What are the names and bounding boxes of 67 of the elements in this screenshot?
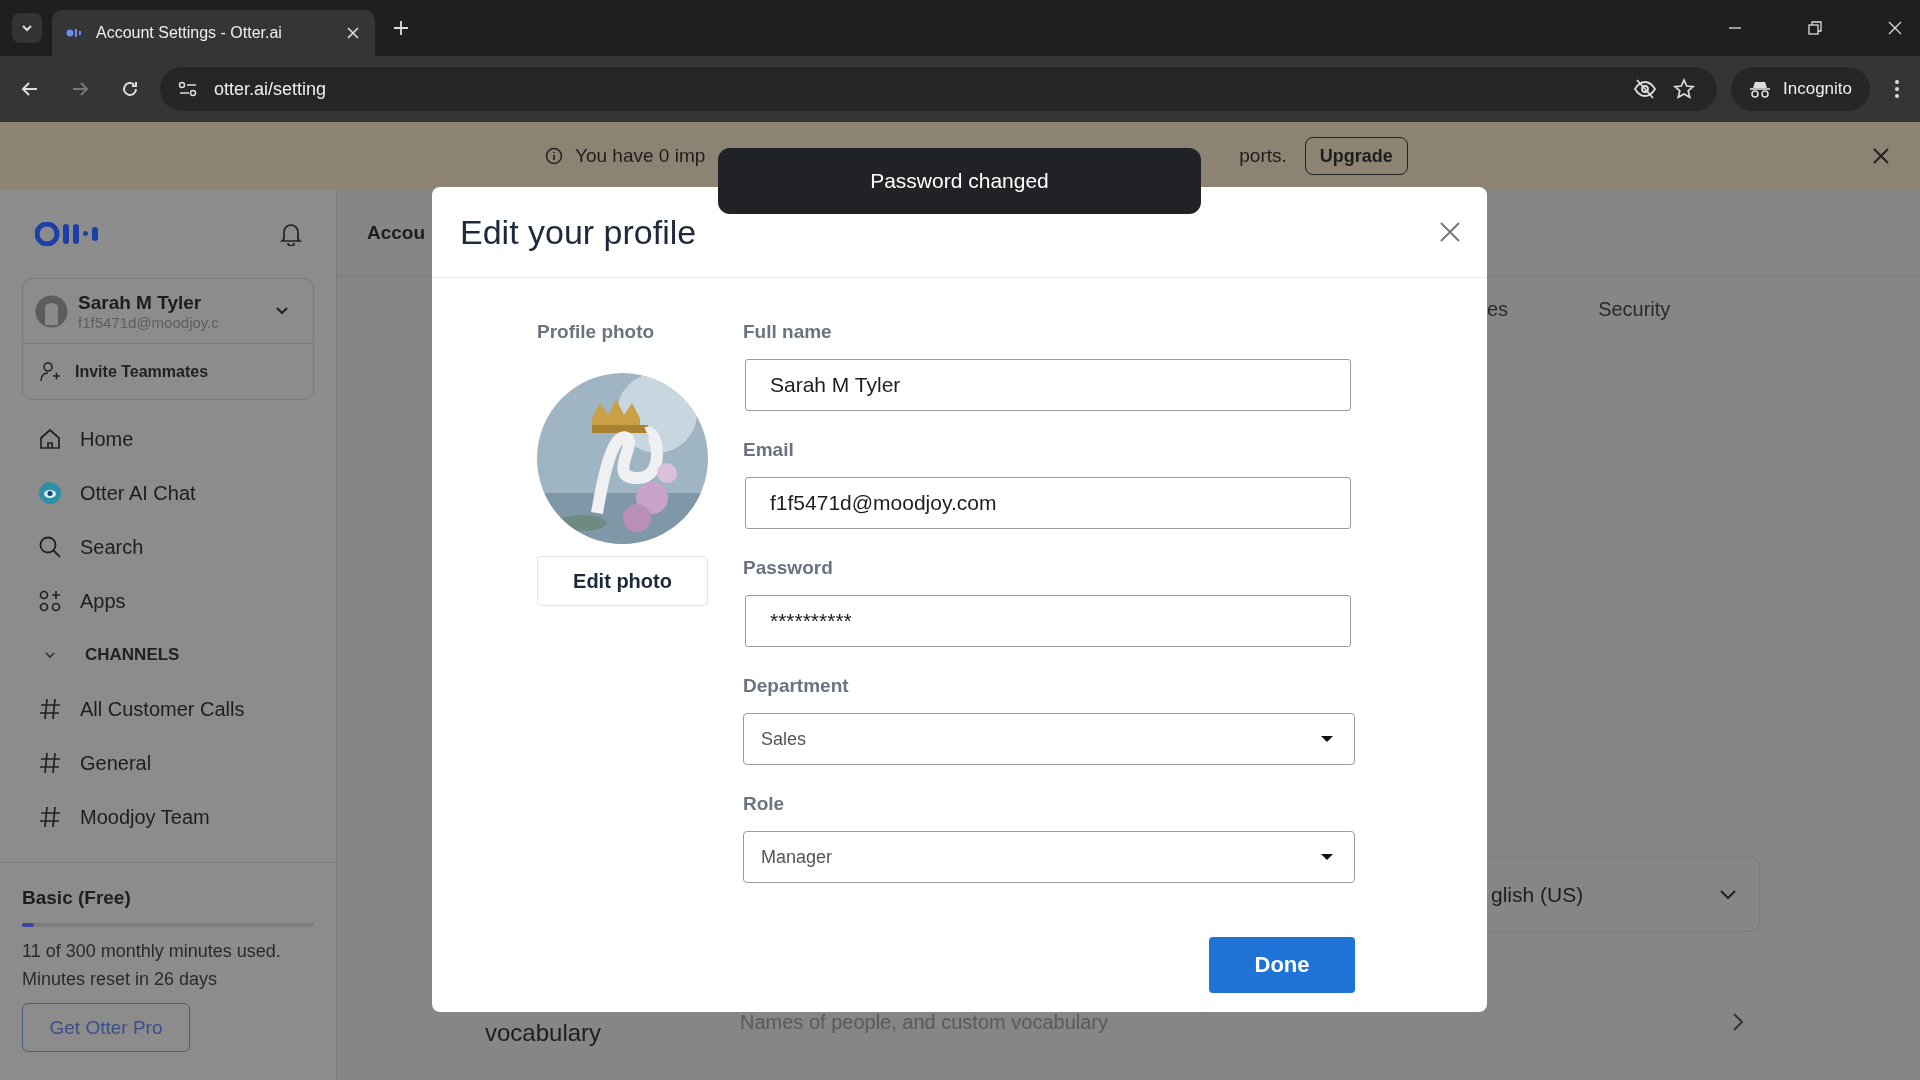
setting-label: vocabulary [485,1018,603,1047]
add-person-icon[interactable] [39,360,61,383]
input-field[interactable]: Sarah M Tyler [745,359,1351,411]
tab-title: Account Settings - Otter.ai [96,24,283,42]
nav-item[interactable]: Home [0,412,336,466]
home-icon[interactable] [38,427,62,451]
input-field[interactable]: f1f5471d@moodjoy.com [745,477,1351,529]
search-icon[interactable] [38,535,62,559]
channel-item[interactable]: Moodjoy Team [0,790,336,844]
dialog-title: Edit your profile [460,212,697,252]
banner-text: You have 0 imp [575,145,706,167]
info-icon [545,147,563,165]
user-name: Sarah M Tyler [78,291,203,314]
incognito-button[interactable]: Incognito [1731,67,1870,111]
otter-logo-icon [66,28,84,38]
reset-text: Minutes reset in 26 days [22,968,219,991]
new-tab-icon[interactable] [393,20,409,36]
chevron-down-icon[interactable] [1719,888,1737,901]
url-text: otter.ai/setting [214,78,327,100]
hash-icon[interactable] [38,697,62,721]
chevron-down-icon[interactable] [43,650,57,660]
plan-name: Basic (Free) [22,887,132,909]
restore-icon[interactable] [1808,21,1822,35]
done-button[interactable]: Done [1209,937,1355,993]
channel-item[interactable]: All Customer Calls [0,682,336,736]
select-field[interactable]: Manager [743,831,1355,883]
select-field[interactable]: Sales [743,713,1355,765]
settings-tab[interactable]: Security [1598,297,1671,321]
chevron-down-icon[interactable] [275,306,289,316]
chevron-right-icon[interactable] [1732,1012,1744,1032]
otter-chat-icon[interactable] [38,481,62,505]
hash-icon[interactable] [38,751,62,775]
toast-notification: Password changed [718,148,1201,214]
banner-text: ports. [1239,145,1287,167]
input-field[interactable]: ********** [745,595,1351,647]
tab-search-button[interactable] [12,13,42,43]
browser-tab[interactable]: Account Settings - Otter.ai [52,10,375,56]
incognito-icon[interactable] [1749,80,1771,98]
nav-item[interactable]: Apps [0,574,336,628]
star-icon[interactable] [1673,78,1695,100]
field-label: Profile photo [537,321,656,344]
settings-tab[interactable]: es [1487,297,1509,321]
field-label: Full name [743,321,833,344]
section-heading[interactable]: CHANNELS [85,645,180,665]
caret-icon[interactable] [1320,853,1334,861]
edit-photo-button[interactable]: Edit photo [537,556,708,606]
upgrade-button[interactable]: Upgrade [1304,137,1408,175]
eye-off-icon[interactable] [1633,79,1657,99]
menu-icon[interactable] [1894,79,1900,99]
field-label: Department [743,675,850,698]
field-label: Role [743,793,786,816]
reload-icon[interactable] [120,79,140,99]
caret-icon[interactable] [1320,735,1334,743]
hash-icon[interactable] [38,805,62,829]
site-settings-icon[interactable] [178,81,198,97]
field-label: Email [743,439,795,462]
field-label: Password [743,557,834,580]
apps-icon[interactable] [38,589,62,613]
bell-icon[interactable] [280,222,302,246]
usage-text: 11 of 300 monthly minutes used. [22,940,282,963]
page-title: Accou [367,221,426,244]
channel-item[interactable]: General [0,736,336,790]
address-bar[interactable]: otter.ai/setting [160,67,1717,111]
invite-teammates-button[interactable]: Invite Teammates [23,344,313,399]
nav-item[interactable]: Otter AI Chat [0,466,336,520]
otter-logo-icon [35,222,101,246]
nav-item[interactable]: Search [0,520,336,574]
